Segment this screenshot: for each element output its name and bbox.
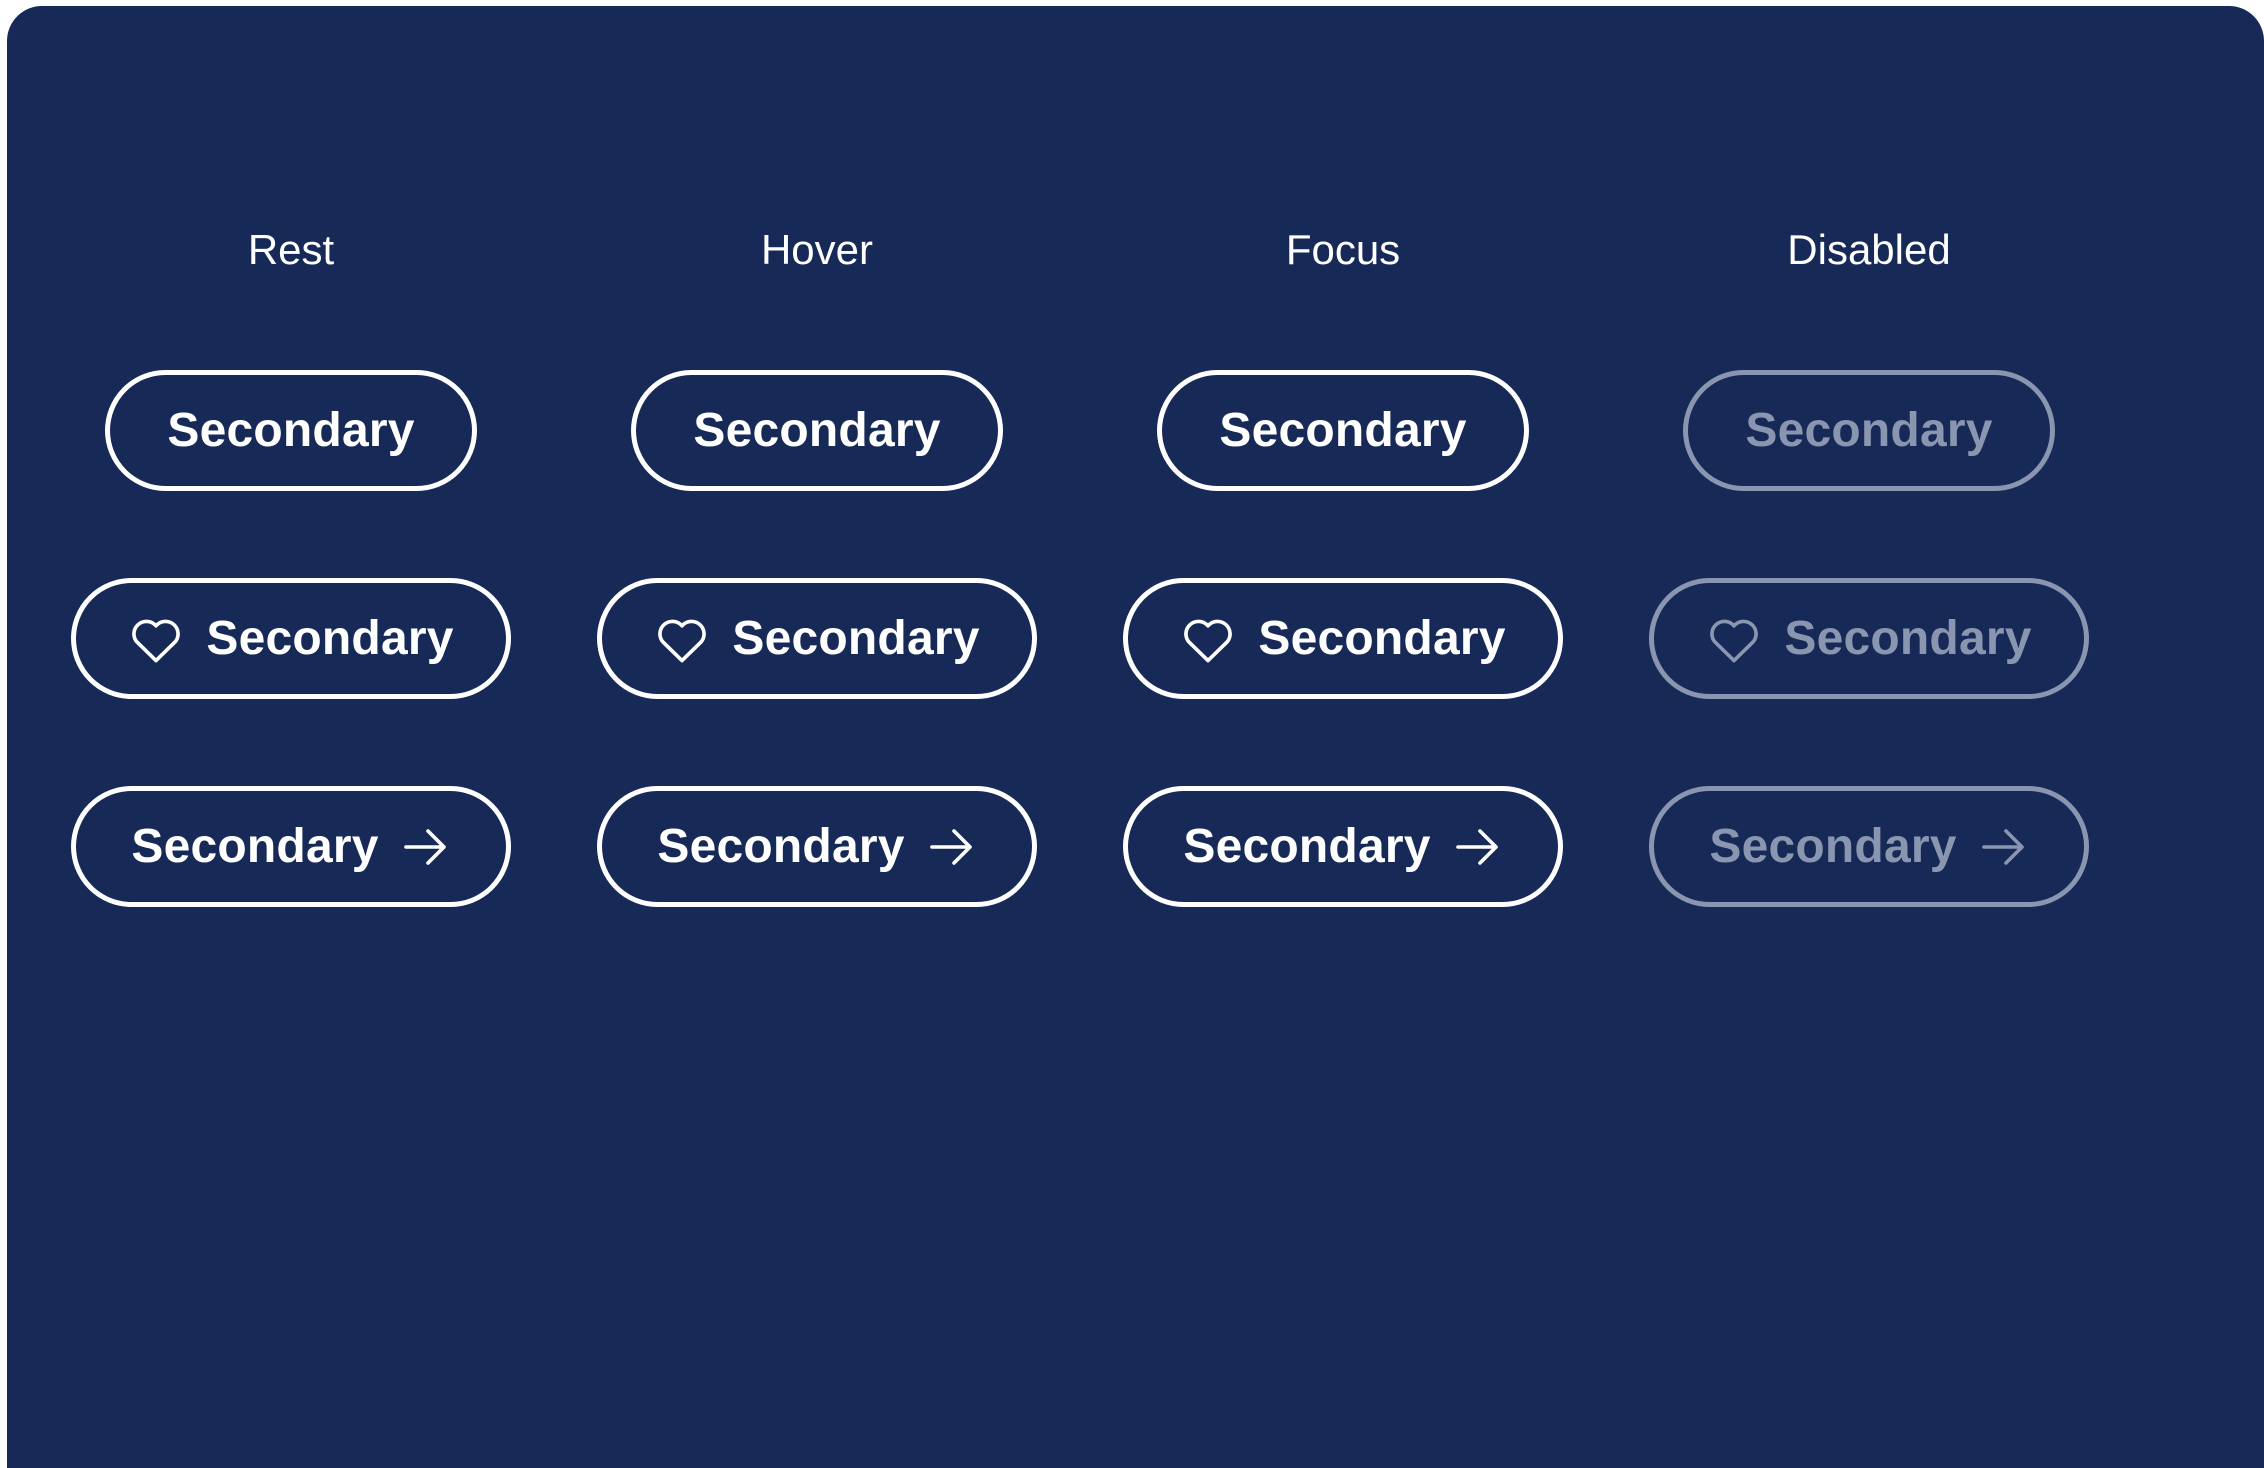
column-header-disabled: Disabled: [1787, 226, 1951, 273]
button-label: Secondary: [1784, 612, 2032, 665]
button-label: Secondary: [131, 820, 379, 873]
button-label: Secondary: [167, 404, 415, 457]
button-label: Secondary: [1183, 820, 1431, 873]
secondary-button-focus[interactable]: Secondary: [1157, 370, 1529, 491]
secondary-icon-button-focus[interactable]: Secondary: [1123, 578, 1563, 699]
button-label: Secondary: [206, 612, 454, 665]
button-label: Secondary: [693, 404, 941, 457]
secondary-icon-button-hover[interactable]: Secondary: [597, 578, 1037, 699]
secondary-arrow-button-disabled: Secondary: [1649, 786, 2089, 907]
button-label: Secondary: [1745, 404, 1993, 457]
secondary-arrow-button-rest[interactable]: Secondary: [71, 786, 511, 907]
button-label: Secondary: [1709, 820, 1957, 873]
heart-icon: [1706, 614, 1762, 664]
secondary-icon-button-disabled: Secondary: [1649, 578, 2089, 699]
secondary-icon-button-rest[interactable]: Secondary: [71, 578, 511, 699]
heart-icon: [128, 614, 184, 664]
column-header-rest: Rest: [247, 226, 335, 273]
button-label: Secondary: [1219, 404, 1467, 457]
button-label: Secondary: [657, 820, 905, 873]
arrow-right-icon: [927, 825, 977, 869]
column-header-hover: Hover: [760, 226, 874, 273]
secondary-button-hover[interactable]: Secondary: [631, 370, 1003, 491]
heart-icon: [1180, 614, 1236, 664]
arrow-right-icon: [1453, 825, 1503, 869]
button-label: Secondary: [732, 612, 980, 665]
secondary-button-rest[interactable]: Secondary: [105, 370, 477, 491]
column-header-focus: Focus: [1285, 226, 1401, 273]
secondary-button-disabled: Secondary: [1683, 370, 2055, 491]
arrow-right-icon: [401, 825, 451, 869]
secondary-arrow-button-hover[interactable]: Secondary: [597, 786, 1037, 907]
secondary-arrow-button-focus[interactable]: Secondary: [1123, 786, 1563, 907]
button-label: Secondary: [1258, 612, 1506, 665]
heart-icon: [654, 614, 710, 664]
canvas-panel: Rest Hover Focus Disabled Secondary Seco…: [7, 6, 2264, 1468]
arrow-right-icon: [1979, 825, 2029, 869]
